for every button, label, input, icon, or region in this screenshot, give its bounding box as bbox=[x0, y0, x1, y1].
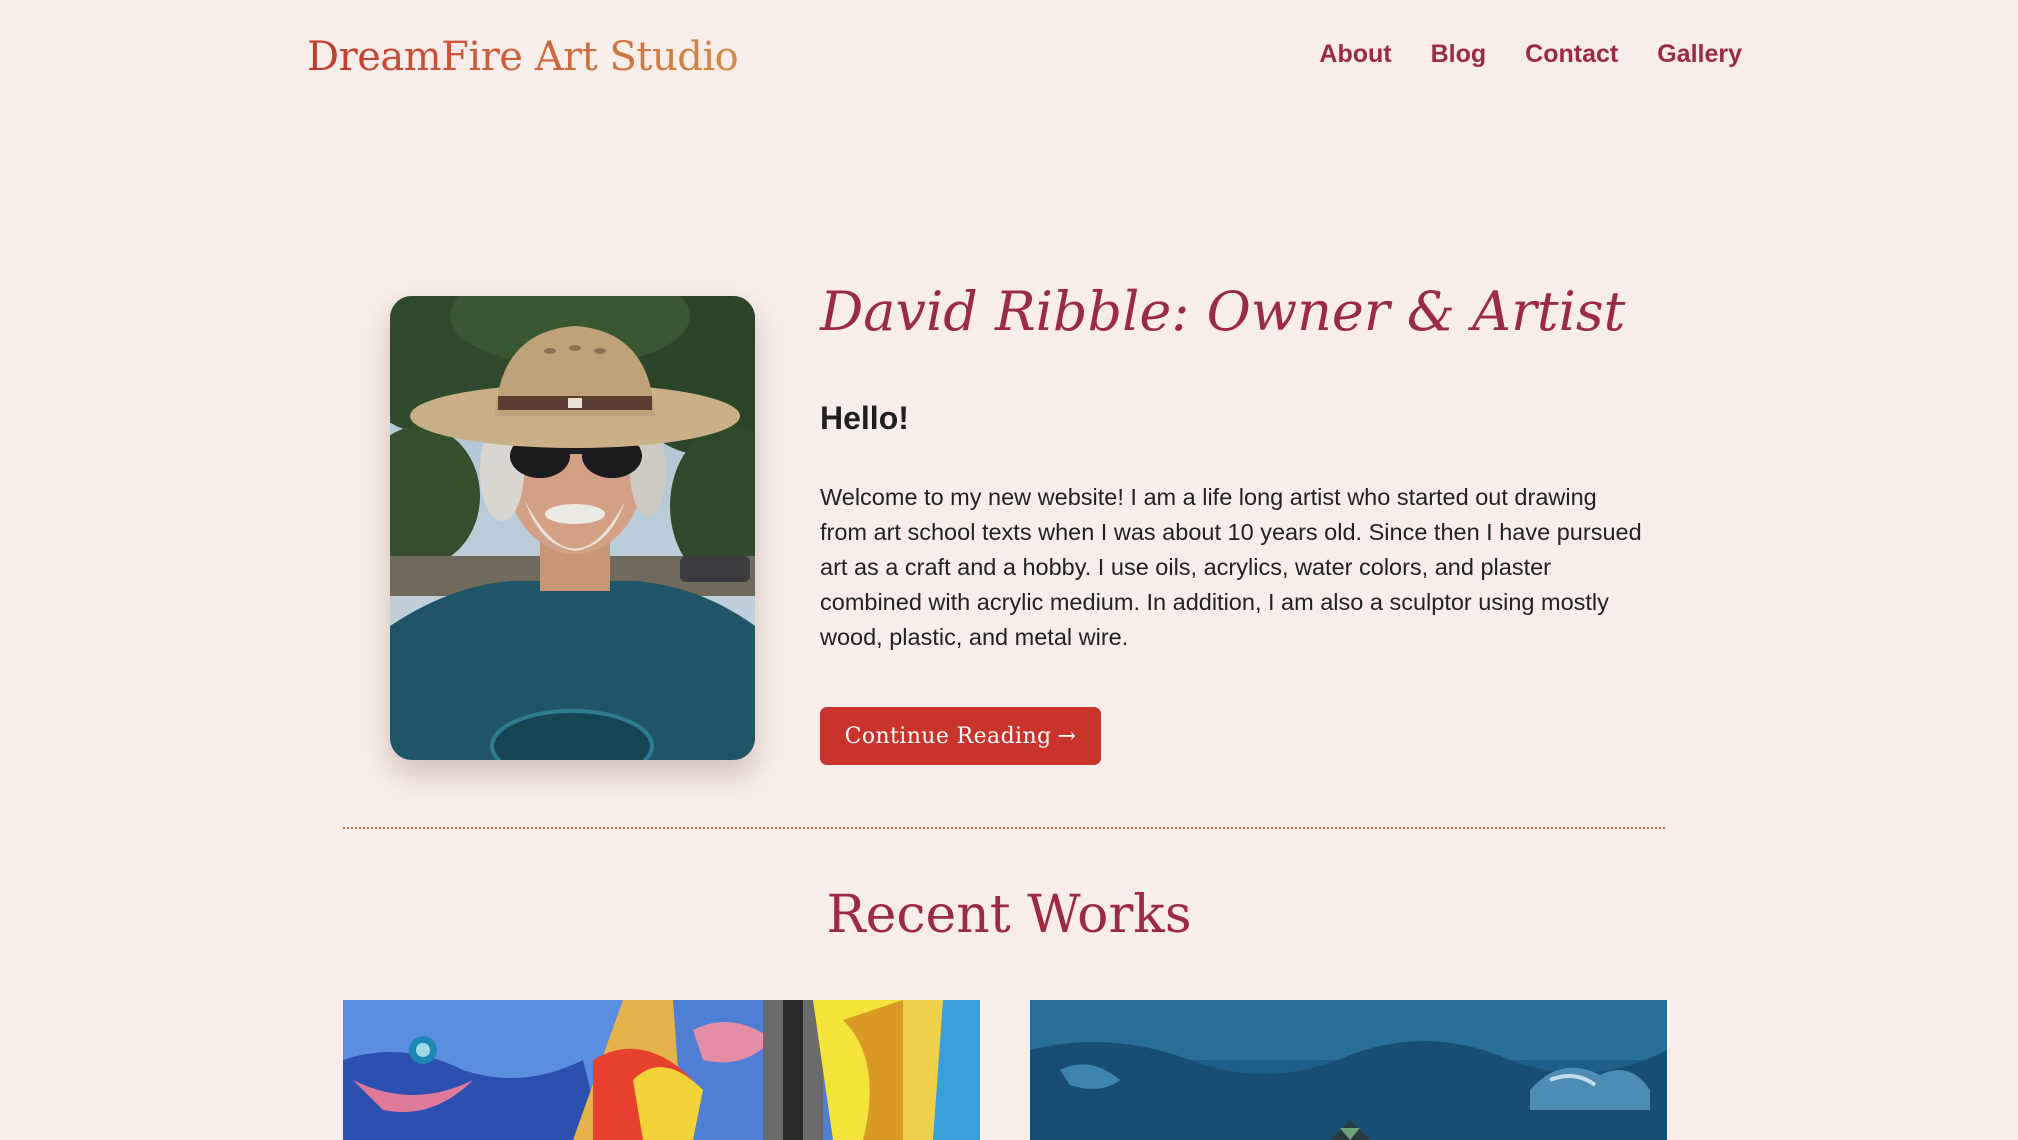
intro-paragraph: Welcome to my new website! I am a life l… bbox=[820, 484, 1642, 650]
recent-works-heading: Recent Works bbox=[826, 885, 1192, 945]
nav-about-link[interactable]: About bbox=[1319, 40, 1391, 69]
about-heading: David Ribble: Owner & Artist bbox=[820, 280, 1626, 343]
nav-gallery-link[interactable]: Gallery bbox=[1657, 40, 1742, 69]
arrow-right-icon: → bbox=[1057, 723, 1077, 749]
recent-work-thumbnail[interactable] bbox=[343, 1000, 980, 1140]
section-divider bbox=[343, 827, 1665, 829]
continue-reading-button[interactable]: Continue Reading → bbox=[820, 707, 1101, 765]
artist-portrait-photo bbox=[390, 296, 755, 760]
nav-contact-link[interactable]: Contact bbox=[1525, 40, 1618, 69]
recent-work-thumbnail[interactable] bbox=[1030, 1000, 1667, 1140]
main-nav: About Blog Contact Gallery bbox=[1319, 40, 1742, 69]
greeting-heading: Hello! bbox=[820, 400, 909, 436]
continue-reading-label: Continue Reading bbox=[844, 723, 1052, 749]
portrait-illustration bbox=[390, 296, 755, 760]
abstract-painting-image bbox=[343, 1000, 980, 1140]
seascape-painting-image bbox=[1030, 1000, 1667, 1140]
site-title[interactable]: DreamFire Art Studio bbox=[307, 34, 739, 80]
nav-blog-link[interactable]: Blog bbox=[1431, 40, 1487, 69]
